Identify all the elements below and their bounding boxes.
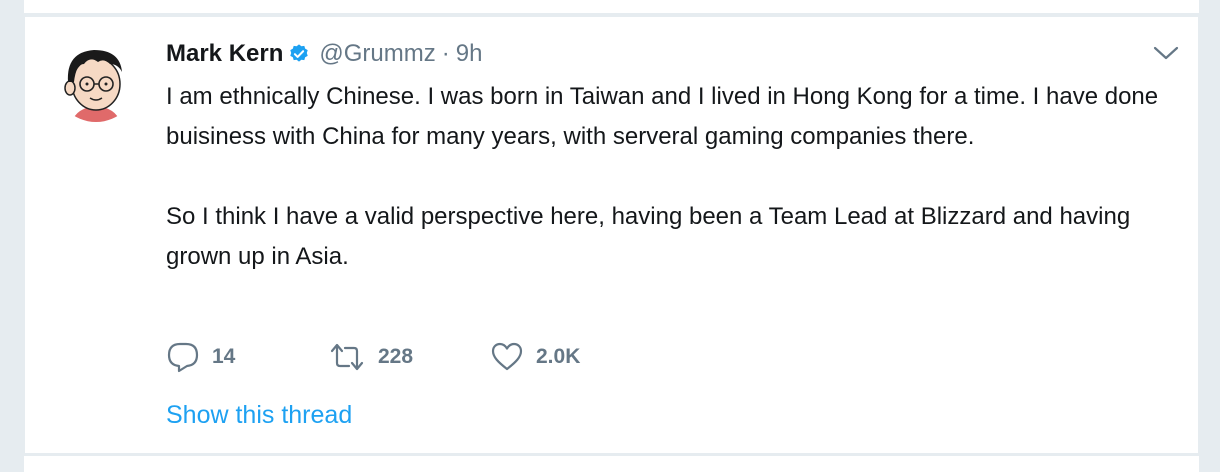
show-thread-link[interactable]: Show this thread [166,401,352,430]
retweet-button[interactable]: 228 [328,342,490,372]
reply-bubble-icon [167,342,199,373]
previous-tweet-edge [24,0,1199,14]
author-name[interactable]: Mark Kern [166,40,283,68]
heart-icon [491,342,523,371]
tweet-time[interactable]: 9h [456,40,483,68]
tweet-actions: 14 228 2.0K [166,340,580,374]
author-handle[interactable]: @Grummz [319,40,435,68]
avatar[interactable] [54,38,138,122]
retweet-count: 228 [378,345,414,368]
reply-button[interactable]: 14 [166,341,328,373]
tweet-paragraph: I am ethnically Chinese. I was born in T… [166,83,1159,150]
verified-badge-icon [288,43,310,65]
tweet-header: Mark Kern @Grummz · 9h [166,37,482,71]
tweet-paragraph: So I think I have a valid perspective he… [166,203,1131,270]
cartoon-man-avatar-icon [54,38,138,122]
like-count: 2.0K [536,345,581,368]
reply-count: 14 [212,345,236,368]
retweet-icon [330,343,364,371]
next-tweet-edge [24,456,1199,472]
separator-dot: · [441,40,450,67]
chevron-down-icon[interactable] [1153,45,1179,61]
like-button[interactable]: 2.0K [490,341,580,373]
tweet-card[interactable]: Mark Kern @Grummz · 9h I am ethnically C… [24,16,1199,454]
tweet-text: I am ethnically Chinese. I was born in T… [166,77,1186,277]
